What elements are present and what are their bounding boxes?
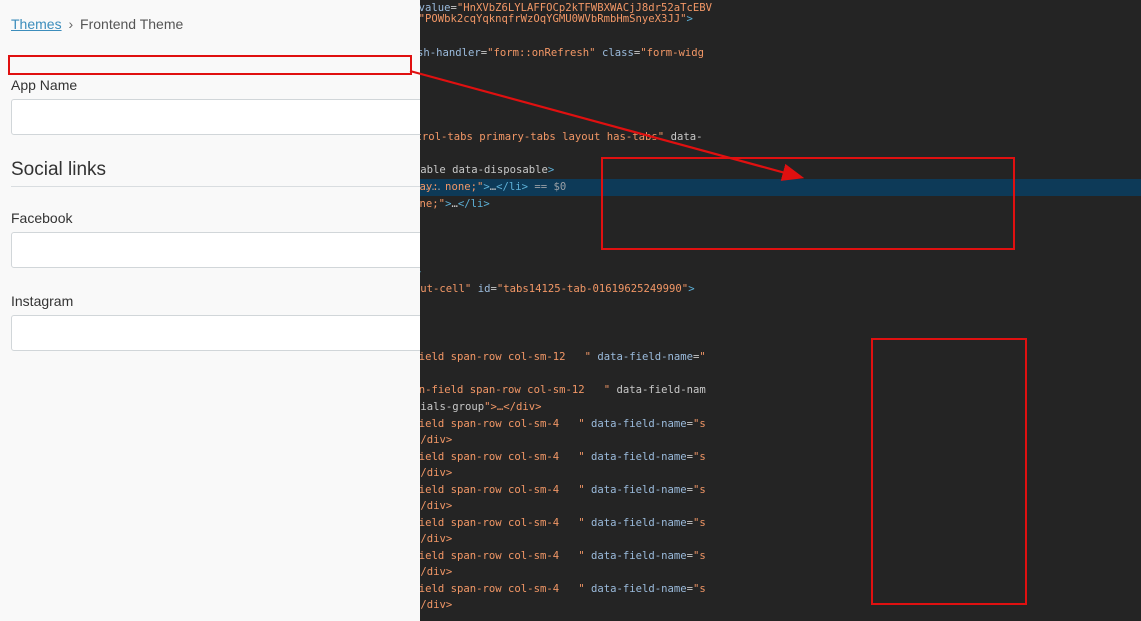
dom-node-line[interactable]: ▼<ul class="nav nav-tabs" data-linkable …	[420, 162, 1141, 179]
dom-node-text: ▼<div class="tab-content layout-row">	[420, 264, 421, 281]
dom-node-text: ▶<div class="form-group text-field span-…	[420, 550, 706, 562]
dom-node-text: ThemeData-socials_ig-group">…</div>	[420, 533, 453, 545]
dom-node-text: ▶<div class="form-group text-field span-…	[420, 583, 706, 595]
dom-node-text: <input name="_token" type="hidden" value…	[420, 13, 693, 25]
dom-node-text: ▶<div class="form-group text-field span-…	[420, 418, 706, 430]
dom-node-line[interactable]: ThemeData-socials_ig-group">…</div>	[420, 531, 1141, 548]
dom-node-line[interactable]: ▶<div class="form-group text-field span-…	[420, 548, 1141, 565]
dom-node-line[interactable]: ▶<div class="form-group section-field sp…	[420, 382, 1141, 399]
dom-node-text: ThemeData-socials_in-group">…</div>	[420, 467, 453, 479]
instagram-input[interactable]	[11, 315, 420, 351]
dom-node-text: ▼<ul class="nav nav-tabs" data-linkable …	[420, 164, 555, 176]
dom-node-line[interactable]: role="form" id="Form" data-disposable>	[420, 62, 1141, 79]
breadcrumb-current: Frontend Theme	[80, 16, 184, 32]
dom-node-text: rm-field-ThemeData-section_socials-group…	[420, 401, 542, 413]
dom-node-line[interactable]: ▶<div class="form-group text-field span-…	[420, 581, 1141, 598]
dom-node-line[interactable]: ...▶<li class="active " style="display: …	[420, 179, 1141, 196]
dom-node-text: ▶<div class="form-group text-field span-…	[420, 517, 706, 529]
dom-node-line[interactable]: ▶<div class="form-group text-field span-…	[420, 416, 1141, 433]
dom-node-line[interactable]: ▼<div class="row">	[420, 315, 1141, 332]
dom-node-line[interactable]: ▼<div id="Form-primaryTabs" class="contr…	[420, 129, 1141, 146]
breadcrumb: Themes › Frontend Theme	[11, 16, 183, 32]
dom-node-line[interactable]: ThemeData-socials_in-group">…</div>	[420, 465, 1141, 482]
breadcrumb-link-themes[interactable]: Themes	[11, 16, 62, 32]
dom-node-line[interactable]: ▶<li class=" " style="display: none;">…<…	[420, 196, 1141, 213]
dom-node-line[interactable]: ▼<div class="layout-row min-size">	[420, 146, 1141, 163]
dom-node-line[interactable]: ▼<div class="layout-row">	[420, 112, 1141, 129]
dom-node-text: ▼<div id="Form-primaryTabs" class="contr…	[420, 131, 703, 143]
dom-node-line[interactable]: ::before	[420, 79, 1141, 96]
dom-node-line[interactable]: ::before	[420, 298, 1141, 315]
dom-node-line[interactable]: ▼<div class="layout-row">	[420, 28, 1141, 45]
dom-node-text: ▶<div class="form-group text-field span-…	[420, 451, 706, 463]
dom-node-text: ▶<li class=" " style="display: none;">…<…	[420, 198, 490, 210]
dom-node-text: ▼<div class="tab-pane active layout-cell…	[420, 283, 695, 295]
dom-node-line[interactable]: ::after	[420, 612, 1141, 621]
dom-node-line[interactable]: ::before	[420, 332, 1141, 349]
dom-node-line[interactable]: ▶<div class="form-group text-field span-…	[420, 449, 1141, 466]
app-name-label: App Name	[11, 77, 78, 93]
dom-node-line[interactable]: ▼<div data-control="formwidget" data-ref…	[420, 45, 1141, 62]
dom-node-line[interactable]: ▶<div class="form-group text-field span-…	[420, 349, 1141, 366]
dom-node-text: ▶<div class="form-group text-field span-…	[420, 351, 706, 363]
dom-node-line[interactable]: ThemeData-socials_tt-group">…</div>	[420, 498, 1141, 515]
app-name-input[interactable]	[11, 99, 420, 135]
dom-node-line[interactable]: <!-- Primary Tabs -->	[420, 96, 1141, 113]
dom-node-line[interactable]: ▶<div class="form-group text-field span-…	[420, 482, 1141, 499]
dom-node-text: ▶<div class="form-group section-field sp…	[420, 384, 706, 396]
breadcrumb-separator: ›	[68, 16, 74, 32]
dom-node-text: ▶<li class="active " style="display: non…	[420, 181, 567, 193]
devtools-elements-panel: <input name="_session_key" type="hidden"…	[420, 0, 1141, 621]
dom-node-line[interactable]: </ul>	[420, 230, 1141, 247]
dom-node-line[interactable]: <input name="_token" type="hidden" value…	[420, 11, 1141, 28]
instagram-label: Instagram	[11, 293, 74, 309]
dom-node-text: ▼<div data-control="formwidget" data-ref…	[420, 47, 705, 59]
section-title-social-links: Social links	[11, 159, 107, 180]
dom-node-line[interactable]: ▼<div class="tab-pane active layout-cell…	[420, 281, 1141, 298]
dom-node-line[interactable]: ▶<div class="form-group text-field span-…	[420, 515, 1141, 532]
facebook-label: Facebook	[11, 210, 73, 226]
dom-node-line[interactable]: ThemeData-socials_fb-group">…</div>	[420, 432, 1141, 449]
dom-node-text: ThemeData-socials_tt-group">…</div>	[420, 500, 453, 512]
dom-node-text: ThemeData-socials_yt-group">…</div>	[420, 566, 453, 578]
dom-node-line[interactable]: ::after	[420, 213, 1141, 230]
dom-node-text: ThemeData-socials_fb-group">…</div>	[420, 434, 453, 446]
dom-node-line[interactable]: emeData-appname-group">…</div>	[420, 366, 1141, 383]
dom-node-text: ▶<div class="form-group text-field span-…	[420, 484, 706, 496]
section-divider	[11, 186, 420, 187]
dom-node-line[interactable]: ▼<div class="tab-content layout-row">	[420, 264, 1141, 281]
facebook-input[interactable]	[11, 232, 420, 268]
dom-node-line[interactable]: ThemeData-socials_yt-group">…</div>	[420, 564, 1141, 581]
form-pane: Themes › Frontend Theme App Name Social …	[0, 0, 420, 621]
dom-node-line[interactable]: </div>	[420, 247, 1141, 264]
dom-node-line[interactable]: rm-field-ThemeData-section_socials-group…	[420, 399, 1141, 416]
